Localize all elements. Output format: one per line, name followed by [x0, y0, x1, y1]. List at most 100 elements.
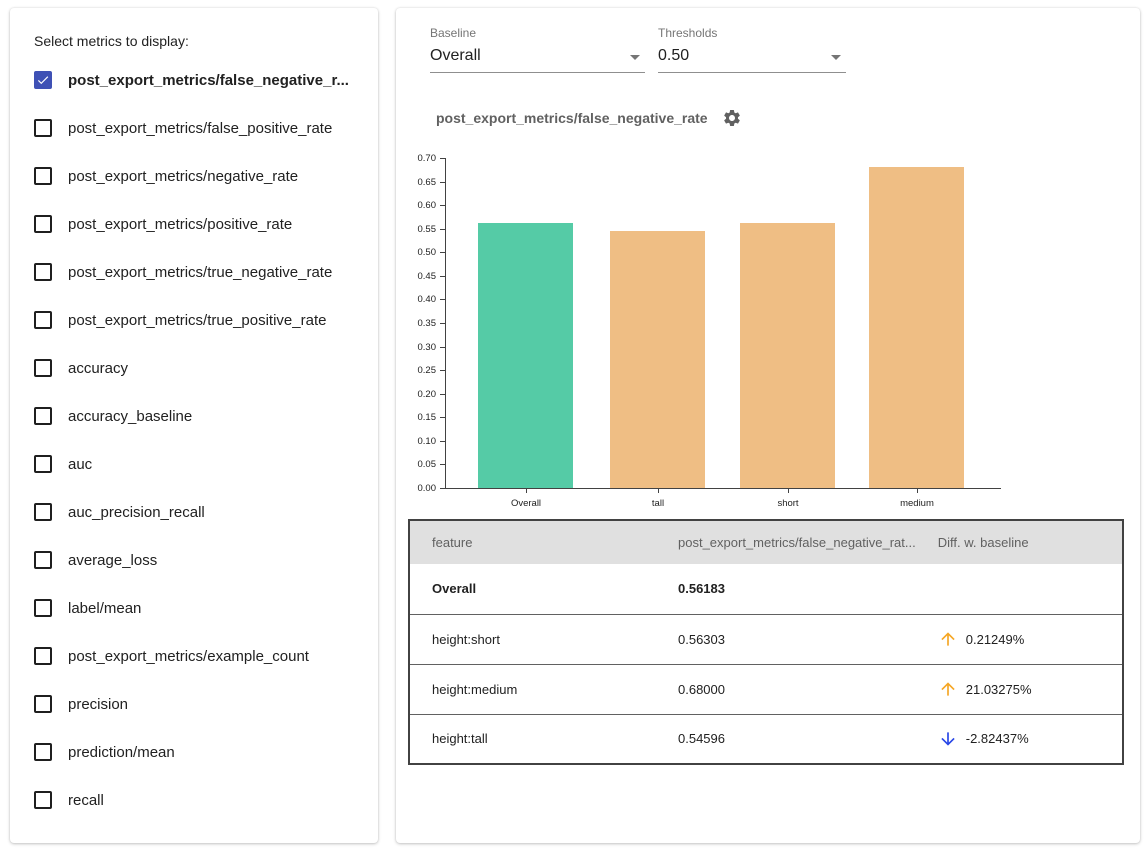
value-cell: 0.56183	[656, 564, 916, 614]
checkbox-icon[interactable]	[34, 119, 52, 137]
x-tick-label: Overall	[461, 498, 591, 509]
feature-cell: height:short	[409, 614, 656, 664]
metrics-table: feature post_export_metrics/false_negati…	[408, 519, 1124, 765]
diff-cell: 0.21249%	[916, 614, 1123, 664]
x-tick-mark	[788, 489, 789, 493]
x-tick-label: tall	[593, 498, 723, 509]
y-tick-mark	[440, 394, 445, 395]
diff-cell: 21.03275%	[916, 664, 1123, 714]
x-tick-label: short	[723, 498, 853, 509]
chevron-down-icon	[630, 55, 640, 60]
checkbox-icon[interactable]	[34, 407, 52, 425]
metric-checkbox-item-8[interactable]: auc	[34, 454, 362, 474]
metric-select-title: Select metrics to display:	[34, 33, 362, 49]
checkbox-icon[interactable]	[34, 647, 52, 665]
baseline-value: Overall	[430, 47, 481, 64]
y-tick-mark	[440, 464, 445, 465]
baseline-label: Baseline	[430, 26, 645, 40]
y-tick-label: 0.60	[396, 200, 436, 211]
diff-value: 0.21249%	[966, 632, 1025, 647]
y-tick-mark	[440, 182, 445, 183]
metric-label: post_export_metrics/false_positive_rate	[68, 120, 332, 137]
metric-select-panel: Select metrics to display: post_export_m…	[10, 8, 378, 843]
metric-label: prediction/mean	[68, 744, 175, 761]
checkbox-icon[interactable]	[34, 359, 52, 377]
y-tick-label: 0.65	[396, 177, 436, 188]
metric-label: precision	[68, 696, 128, 713]
y-tick-label: 0.10	[396, 436, 436, 447]
metric-checkbox-item-3[interactable]: post_export_metrics/positive_rate	[34, 214, 362, 234]
bar-short[interactable]	[740, 223, 835, 488]
column-header-metric: post_export_metrics/false_negative_rat..…	[656, 520, 916, 564]
up-arrow-icon	[938, 629, 958, 649]
thresholds-dropdown[interactable]: Thresholds 0.50	[658, 26, 846, 73]
checkbox-icon[interactable]	[34, 695, 52, 713]
metric-list: post_export_metrics/false_negative_r... …	[34, 70, 362, 810]
table-row: height:short 0.56303 0.21249%	[409, 614, 1123, 664]
checkbox-icon[interactable]	[34, 551, 52, 569]
y-tick-mark	[440, 229, 445, 230]
metric-checkbox-item-7[interactable]: accuracy_baseline	[34, 406, 362, 426]
metric-checkbox-item-10[interactable]: average_loss	[34, 550, 362, 570]
diff-cell	[916, 564, 1123, 614]
y-tick-mark	[440, 276, 445, 277]
metric-label: post_export_metrics/positive_rate	[68, 216, 292, 233]
metric-checkbox-item-4[interactable]: post_export_metrics/true_negative_rate	[34, 262, 362, 282]
x-tick-mark	[526, 489, 527, 493]
y-tick-label: 0.55	[396, 224, 436, 235]
metric-label: auc_precision_recall	[68, 504, 205, 521]
metric-checkbox-item-11[interactable]: label/mean	[34, 598, 362, 618]
x-tick-mark	[917, 489, 918, 493]
x-tick-mark	[658, 489, 659, 493]
metric-checkbox-item-6[interactable]: accuracy	[34, 358, 362, 378]
metric-checkbox-item-5[interactable]: post_export_metrics/true_positive_rate	[34, 310, 362, 330]
metric-checkbox-item-1[interactable]: post_export_metrics/false_positive_rate	[34, 118, 362, 138]
y-tick-label: 0.35	[396, 318, 436, 329]
metric-checkbox-item-14[interactable]: prediction/mean	[34, 742, 362, 762]
bar-tall[interactable]	[610, 231, 705, 488]
y-tick-mark	[440, 417, 445, 418]
fairness-results-panel: Baseline Overall Thresholds 0.50 post_ex…	[396, 8, 1140, 843]
bar-medium[interactable]	[869, 167, 964, 488]
baseline-dropdown[interactable]: Baseline Overall	[430, 26, 645, 73]
metric-checkbox-item-13[interactable]: precision	[34, 694, 362, 714]
metric-label: post_export_metrics/true_positive_rate	[68, 312, 326, 329]
metric-checkbox-item-2[interactable]: post_export_metrics/negative_rate	[34, 166, 362, 186]
metric-checkbox-item-15[interactable]: recall	[34, 790, 362, 810]
checkbox-icon[interactable]	[34, 455, 52, 473]
table-row: Overall 0.56183	[409, 564, 1123, 614]
checkbox-icon[interactable]	[34, 215, 52, 233]
checkbox-icon[interactable]	[34, 167, 52, 185]
metric-label: post_export_metrics/example_count	[68, 648, 309, 665]
y-tick-label: 0.45	[396, 271, 436, 282]
metric-checkbox-item-9[interactable]: auc_precision_recall	[34, 502, 362, 522]
bar-overall[interactable]	[478, 223, 573, 488]
metric-checkbox-item-12[interactable]: post_export_metrics/example_count	[34, 646, 362, 666]
y-tick-mark	[440, 205, 445, 206]
checkbox-icon[interactable]	[34, 71, 52, 89]
gear-icon[interactable]	[722, 108, 742, 128]
y-axis	[445, 158, 446, 489]
feature-cell: height:tall	[409, 714, 656, 764]
y-tick-label: 0.15	[396, 412, 436, 423]
checkbox-icon[interactable]	[34, 791, 52, 809]
y-tick-mark	[440, 441, 445, 442]
checkbox-icon[interactable]	[34, 599, 52, 617]
thresholds-label: Thresholds	[658, 26, 846, 40]
metric-label: accuracy	[68, 360, 128, 377]
x-tick-label: medium	[852, 498, 982, 509]
chart-title: post_export_metrics/false_negative_rate	[436, 110, 708, 126]
y-tick-label: 0.40	[396, 294, 436, 305]
table-row: height:medium 0.68000 21.03275%	[409, 664, 1123, 714]
column-header-feature: feature	[409, 520, 656, 564]
metric-label: label/mean	[68, 600, 141, 617]
metric-label: accuracy_baseline	[68, 408, 192, 425]
checkbox-icon[interactable]	[34, 503, 52, 521]
checkbox-icon[interactable]	[34, 311, 52, 329]
y-tick-mark	[440, 299, 445, 300]
y-tick-mark	[440, 347, 445, 348]
checkbox-icon[interactable]	[34, 743, 52, 761]
metric-checkbox-item-0[interactable]: post_export_metrics/false_negative_r...	[34, 70, 362, 90]
y-tick-label: 0.20	[396, 389, 436, 400]
checkbox-icon[interactable]	[34, 263, 52, 281]
